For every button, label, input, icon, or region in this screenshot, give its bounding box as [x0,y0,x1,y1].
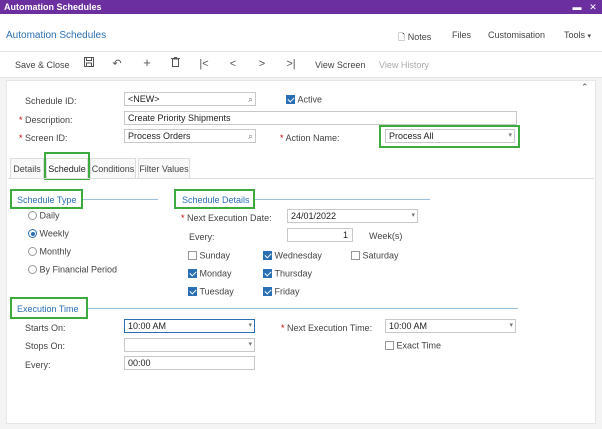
notes-label: Notes [407,32,432,42]
schedule-tab-highlight [44,152,90,180]
save-icon[interactable] [82,57,96,71]
minimize-icon[interactable]: ▬ [570,0,584,14]
radio-daily[interactable] [28,211,37,221]
close-icon[interactable]: ✕ [586,0,600,14]
every-time-label: Every: [25,360,51,370]
active-checkbox[interactable]: Active [286,94,322,105]
chevron-down-icon: ▾ [587,33,592,40]
next-execution-date-value: 24/01/2022 [291,211,337,221]
schedule-type-monthly[interactable]: Monthly [28,246,71,257]
exact-time-label: Exact Time [396,340,442,351]
screen-id-value: Process Orders [128,131,191,141]
schedule-id-input[interactable]: <NEW> ⌕ [124,92,256,106]
stops-on-label: Stops On: [25,341,66,351]
day-sunday[interactable]: Sunday [188,250,230,261]
schedule-type-rule [83,199,158,200]
action-name-value: Process All [389,131,434,141]
schedule-type-financial-period[interactable]: By Financial Period [28,264,117,275]
save-close-button[interactable]: Save & Close [15,60,70,70]
active-checkbox-box[interactable] [286,95,295,105]
previous-record-icon[interactable]: < [226,57,240,71]
execution-time-title: Execution Time [17,304,79,314]
execution-time-rule [88,308,518,309]
search-icon[interactable]: ⌕ [248,130,253,142]
next-execution-date-label: * Next Execution Date: [181,213,272,223]
checkbox-tuesday[interactable] [188,287,197,297]
notes-button[interactable]: 🗋 Notes [398,30,431,46]
search-icon[interactable]: ⌕ [248,93,253,105]
checkbox-saturday[interactable] [351,251,360,261]
radio-weekly[interactable] [28,229,37,239]
chevron-down-icon: ▾ [248,341,252,348]
view-screen-button[interactable]: View Screen [315,60,365,70]
schedule-type-daily[interactable]: Daily [28,210,60,221]
collapse-icon[interactable]: ⌃ [581,82,589,93]
next-execution-time-select[interactable]: 10:00 AM ▾ [385,319,516,333]
every-weeks-label: Every: [189,232,215,242]
stops-on-select[interactable]: ▾ [124,338,255,352]
chevron-down-icon: ▾ [509,322,513,329]
every-weeks-unit: Week(s) [369,231,403,241]
day-thursday[interactable]: Thursday [263,268,312,279]
starts-on-select[interactable]: 10:00 AM ▾ [124,319,255,333]
checkbox-thursday[interactable] [263,269,272,279]
add-icon[interactable]: + [140,56,154,70]
next-execution-time-value: 10:00 AM [389,321,428,331]
screen-id-input[interactable]: Process Orders ⌕ [124,129,256,143]
every-time-input[interactable]: 00:00 [124,356,255,370]
schedule-id-value: <NEW> [128,94,160,104]
checkbox-wednesday[interactable] [263,251,272,261]
undo-icon[interactable]: ↶ [110,57,124,71]
chevron-down-icon: ▾ [248,322,252,329]
day-saturday[interactable]: Saturday [351,250,399,261]
window-title: Automation Schedules [4,2,102,12]
radio-monthly[interactable] [28,247,37,257]
schedule-type-title: Schedule Type [17,195,77,205]
checkbox-sunday[interactable] [188,251,197,261]
description-label: * Description: [19,115,73,125]
tab-conditions[interactable]: Conditions [90,158,136,178]
next-record-icon[interactable]: > [255,57,269,71]
screen-id-label: * Screen ID: [19,133,68,143]
checkbox-monday[interactable] [188,269,197,279]
chevron-down-icon: ▾ [508,132,512,139]
day-monday[interactable]: Monday [188,268,232,279]
day-tuesday[interactable]: Tuesday [188,286,234,297]
chevron-down-icon: ▾ [411,212,415,219]
notes-icon: 🗋 [398,32,406,42]
radio-financial-period[interactable] [28,265,37,275]
action-name-label: * Action Name: [280,133,340,143]
active-label: Active [297,94,323,105]
starts-on-value: 10:00 AM [128,321,167,331]
starts-on-label: Starts On: [25,323,66,333]
every-weeks-input[interactable]: 1 [287,228,353,242]
delete-icon[interactable] [168,57,182,71]
day-wednesday[interactable]: Wednesday [263,250,322,261]
customisation-button[interactable]: Customisation [488,30,545,40]
view-history-button[interactable]: View History [379,60,429,70]
tab-filter-values[interactable]: Filter Values [138,158,190,178]
schedule-id-label: Schedule ID: [25,96,77,106]
schedule-details-title: Schedule Details [182,195,250,205]
page-title: Automation Schedules [6,30,107,41]
tab-divider [8,178,594,179]
checkbox-friday[interactable] [263,287,272,297]
tab-details[interactable]: Details [10,158,44,178]
action-name-select[interactable]: Process All ▾ [385,129,515,143]
tools-menu-button[interactable]: Tools ▾ [564,30,591,40]
files-button[interactable]: Files [452,30,471,40]
exact-time-checkbox[interactable]: Exact Time [385,340,441,351]
next-execution-date-input[interactable]: 24/01/2022 ▾ [287,209,418,223]
next-execution-time-label: * Next Execution Time: [281,323,373,333]
first-record-icon[interactable]: |< [197,57,211,71]
day-friday[interactable]: Friday [263,286,300,297]
last-record-icon[interactable]: >| [284,57,298,71]
exact-time-checkbox-box[interactable] [385,341,394,351]
description-input[interactable]: Create Priority Shipments [124,111,517,125]
window-title-bar: Automation Schedules ▬ ✕ [0,0,602,14]
tools-label: Tools [564,30,586,40]
schedule-details-rule [255,199,430,200]
schedule-type-weekly[interactable]: Weekly [28,228,69,239]
